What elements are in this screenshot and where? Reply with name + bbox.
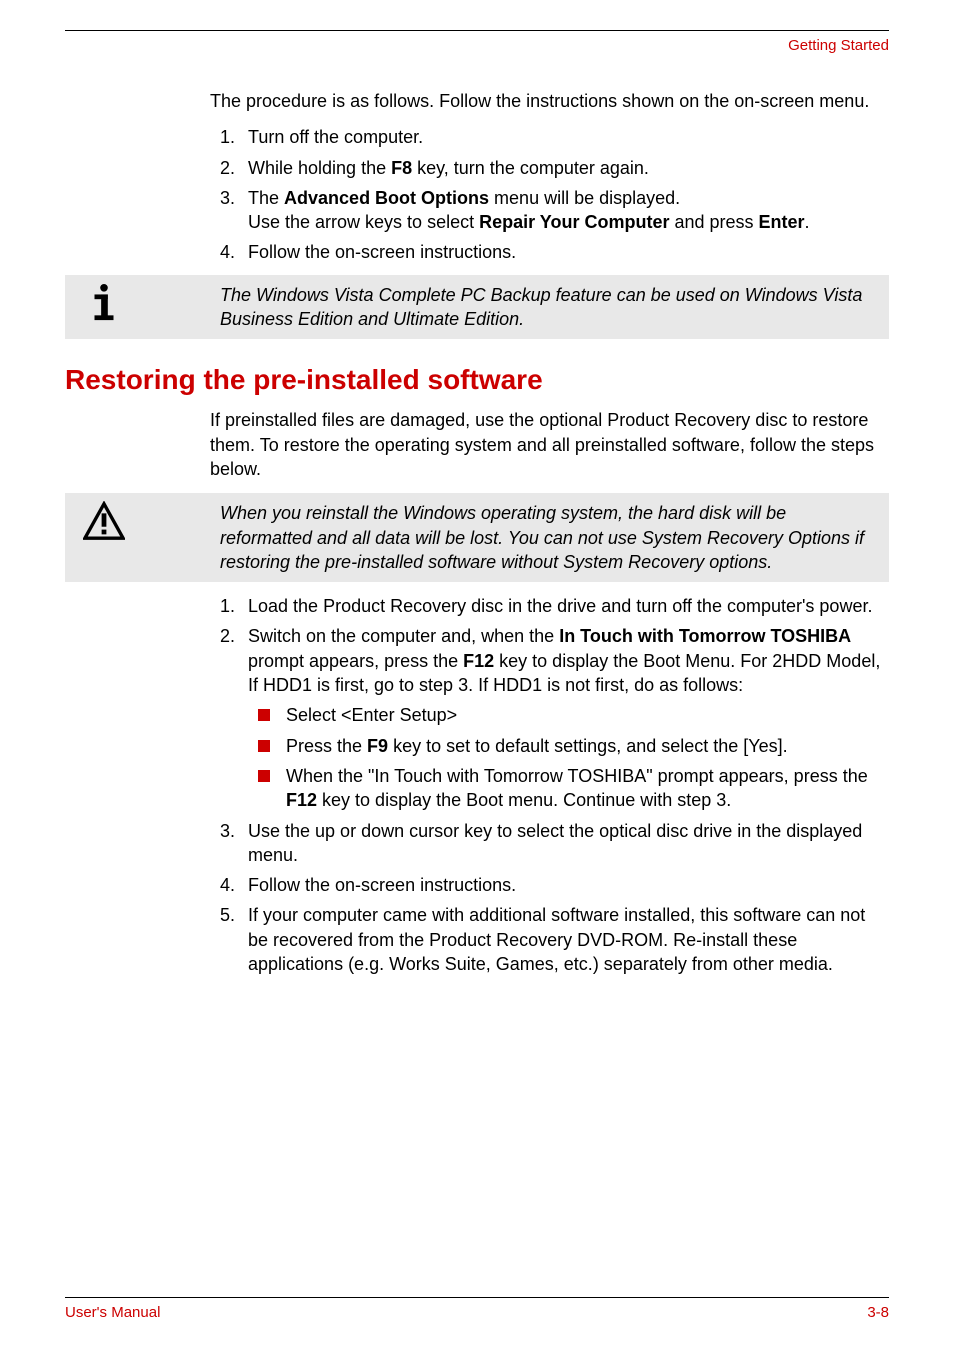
info-note-text: The Windows Vista Complete PC Backup fea… — [220, 283, 879, 332]
sub-step-1-text: Select <Enter Setup> — [286, 705, 457, 725]
header-title: Getting Started — [65, 37, 889, 54]
num-4: 4. — [220, 873, 235, 897]
step-3-mid2: and press — [669, 212, 758, 232]
sub-step-2-suffix: key to set to default settings, and sele… — [388, 736, 788, 756]
footer-right: 3-8 — [867, 1304, 889, 1321]
step-2-bold: F8 — [391, 158, 412, 178]
page-footer: User's Manual 3-8 — [65, 1297, 889, 1321]
step2-2-prefix: Switch on the computer and, when the — [248, 626, 559, 646]
step-1-text: Turn off the computer. — [248, 127, 423, 147]
intro-paragraph: The procedure is as follows. Follow the … — [210, 89, 889, 113]
footer-rule — [65, 1297, 889, 1298]
step2-5-text: If your computer came with additional so… — [248, 905, 865, 974]
step-4-text: Follow the on-screen instructions. — [248, 242, 516, 262]
procedure-list-1: Turn off the computer. While holding the… — [220, 125, 889, 264]
step-3-bold1: Advanced Boot Options — [284, 188, 489, 208]
step2-2-bold1: In Touch with Tomorrow TOSHIBA — [559, 626, 851, 646]
step-2-prefix: While holding the — [248, 158, 391, 178]
info-icon — [85, 283, 123, 323]
step2-3: 3. Use the up or down cursor key to selec… — [220, 819, 889, 868]
step-3: The Advanced Boot Options menu will be d… — [220, 186, 889, 235]
step-3-prefix: The — [248, 188, 284, 208]
step-3-bold2: Repair Your Computer — [479, 212, 669, 232]
warning-text: When you reinstall the Windows operating… — [220, 501, 879, 574]
footer-text-row: User's Manual 3-8 — [65, 1304, 889, 1321]
sub-step-2-bold: F9 — [367, 736, 388, 756]
step-2-suffix: key, turn the computer again. — [412, 158, 649, 178]
warning-box: When you reinstall the Windows operating… — [65, 493, 889, 582]
info-note-box: The Windows Vista Complete PC Backup fea… — [65, 275, 889, 340]
step-2: While holding the F8 key, turn the compu… — [220, 156, 889, 180]
section-heading: Restoring the pre-installed software — [65, 364, 889, 396]
sub-steps-list: Select <Enter Setup> Press the F9 key to… — [258, 703, 889, 812]
step2-4-text: Follow the on-screen instructions. — [248, 875, 516, 895]
step2-2: 2. Switch on the computer and, when the … — [220, 624, 889, 812]
num-5: 5. — [220, 903, 235, 927]
caution-icon — [83, 501, 125, 541]
step-3-suffix: . — [805, 212, 810, 232]
header-rule — [65, 30, 889, 31]
sub-step-3: When the "In Touch with Tomorrow TOSHIBA… — [258, 764, 889, 813]
step2-4: 4. Follow the on-screen instructions. — [220, 873, 889, 897]
step-3-mid1: menu will be displayed. — [489, 188, 680, 208]
sub-step-3-prefix: When the "In Touch with Tomorrow TOSHIBA… — [286, 766, 868, 786]
num-3: 3. — [220, 819, 235, 843]
footer-left: User's Manual — [65, 1304, 160, 1321]
num-2: 2. — [220, 624, 235, 648]
sub-step-3-bold: F12 — [286, 790, 317, 810]
sub-step-1: Select <Enter Setup> — [258, 703, 889, 727]
sub-step-3-suffix: key to display the Boot menu. Continue w… — [317, 790, 731, 810]
step2-2-bold2: F12 — [463, 651, 494, 671]
step-4: Follow the on-screen instructions. — [220, 240, 889, 264]
step-1: Turn off the computer. — [220, 125, 889, 149]
sub-step-2: Press the F9 key to set to default setti… — [258, 734, 889, 758]
step2-1-text: Load the Product Recovery disc in the dr… — [248, 596, 872, 616]
restore-intro-paragraph: If preinstalled files are damaged, use t… — [210, 408, 889, 481]
step2-2-mid1: prompt appears, press the — [248, 651, 463, 671]
procedure-list-2: 1. Load the Product Recovery disc in the … — [220, 594, 889, 976]
step2-1: 1. Load the Product Recovery disc in the … — [220, 594, 889, 618]
step-3-line2-prefix: Use the arrow keys to select — [248, 212, 479, 232]
step2-5: 5. If your computer came with additional … — [220, 903, 889, 976]
num-1: 1. — [220, 594, 235, 618]
step2-3-text: Use the up or down cursor key to select … — [248, 821, 862, 865]
step-3-bold3: Enter — [759, 212, 805, 232]
sub-step-2-prefix: Press the — [286, 736, 367, 756]
